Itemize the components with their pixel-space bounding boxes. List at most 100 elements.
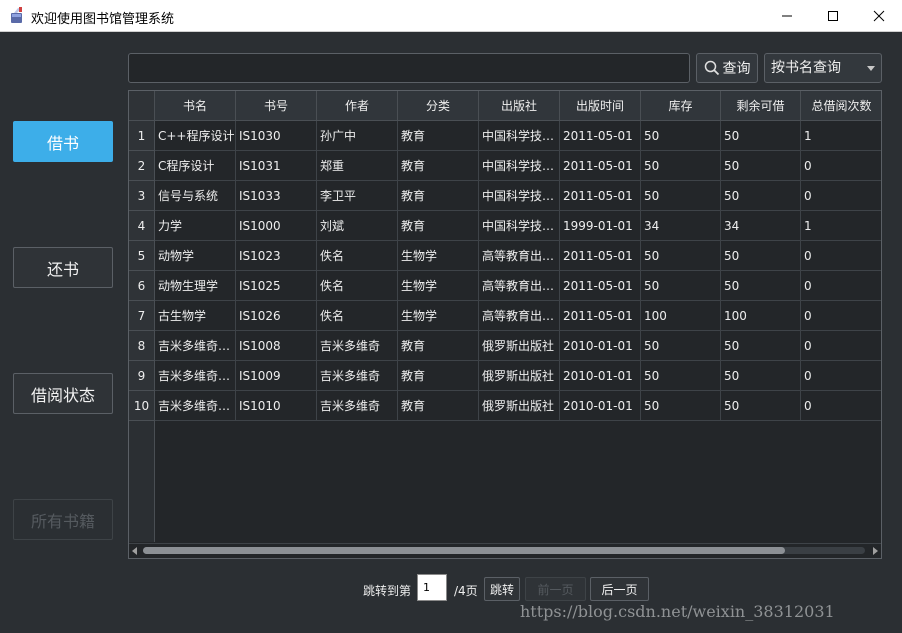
table-cell[interactable]: 郑重 xyxy=(317,151,398,181)
table-cell[interactable]: IS1033 xyxy=(236,181,317,211)
borrow-status-button[interactable]: 借阅状态 xyxy=(13,373,113,414)
scroll-right-icon[interactable] xyxy=(873,547,878,555)
table-cell[interactable]: 1 xyxy=(801,121,881,151)
table-cell[interactable]: 教育 xyxy=(398,121,479,151)
borrow-button[interactable]: 借书 xyxy=(13,121,113,162)
table-cell[interactable]: 2011-05-01 xyxy=(560,181,641,211)
horizontal-scrollbar[interactable] xyxy=(129,543,881,558)
table-cell[interactable]: 34 xyxy=(641,211,721,241)
table-cell[interactable]: 2011-05-01 xyxy=(560,241,641,271)
table-cell[interactable]: 50 xyxy=(641,241,721,271)
table-cell[interactable]: 俄罗斯出版社 xyxy=(479,361,560,391)
table-cell[interactable]: 0 xyxy=(801,301,881,331)
table-cell[interactable]: 生物学 xyxy=(398,271,479,301)
table-cell[interactable]: 俄罗斯出版社 xyxy=(479,331,560,361)
search-button[interactable]: 查询 xyxy=(696,53,758,83)
table-corner[interactable] xyxy=(129,91,155,121)
jump-button[interactable]: 跳转 xyxy=(484,577,520,601)
table-cell[interactable]: 吉米多维奇 xyxy=(317,361,398,391)
column-header[interactable]: 出版社 xyxy=(479,91,560,121)
column-header[interactable]: 剩余可借 xyxy=(721,91,801,121)
all-books-button[interactable]: 所有书籍 xyxy=(13,499,113,540)
table-cell[interactable]: 0 xyxy=(801,181,881,211)
table-cell[interactable]: 2011-05-01 xyxy=(560,121,641,151)
table-cell[interactable]: 50 xyxy=(641,121,721,151)
table-cell[interactable]: 动物学 xyxy=(155,241,236,271)
table-cell[interactable]: 佚名 xyxy=(317,241,398,271)
row-header[interactable]: 6 xyxy=(129,271,155,301)
table-cell[interactable]: 50 xyxy=(641,361,721,391)
table-cell[interactable]: C++程序设计 xyxy=(155,121,236,151)
table-cell[interactable]: 0 xyxy=(801,391,881,421)
table-cell[interactable]: IS1030 xyxy=(236,121,317,151)
table-cell[interactable]: IS1000 xyxy=(236,211,317,241)
close-button[interactable] xyxy=(856,0,902,31)
table-cell[interactable]: IS1026 xyxy=(236,301,317,331)
table-cell[interactable]: 50 xyxy=(641,391,721,421)
table-cell[interactable]: 吉米多维奇 xyxy=(317,331,398,361)
table-cell[interactable]: 中国科学技术大学出版社 xyxy=(479,121,560,151)
maximize-button[interactable] xyxy=(810,0,856,31)
table-cell[interactable]: 中国科学技术大学出版社 xyxy=(479,151,560,181)
row-header[interactable]: 10 xyxy=(129,391,155,421)
table-cell[interactable]: 0 xyxy=(801,361,881,391)
table-cell[interactable]: IS1009 xyxy=(236,361,317,391)
table-cell[interactable]: 吉米多维奇数学分析习题集 xyxy=(155,331,236,361)
search-mode-select[interactable]: 按书名查询 xyxy=(764,53,882,83)
table-cell[interactable]: 1999-01-01 xyxy=(560,211,641,241)
row-header[interactable]: 2 xyxy=(129,151,155,181)
table-cell[interactable]: 34 xyxy=(721,211,801,241)
table-cell[interactable]: 50 xyxy=(721,391,801,421)
table-cell[interactable]: 高等教育出版社 xyxy=(479,241,560,271)
row-header[interactable]: 5 xyxy=(129,241,155,271)
next-page-button[interactable]: 后一页 xyxy=(590,577,649,601)
table-cell[interactable]: 100 xyxy=(721,301,801,331)
table-cell[interactable]: 力学 xyxy=(155,211,236,241)
row-header[interactable]: 3 xyxy=(129,181,155,211)
minimize-button[interactable] xyxy=(764,0,810,31)
column-header[interactable]: 出版时间 xyxy=(560,91,641,121)
row-header[interactable]: 7 xyxy=(129,301,155,331)
table-cell[interactable]: 生物学 xyxy=(398,301,479,331)
table-cell[interactable]: 100 xyxy=(641,301,721,331)
table-cell[interactable]: 0 xyxy=(801,331,881,361)
column-header[interactable]: 书名 xyxy=(155,91,236,121)
table-cell[interactable]: 佚名 xyxy=(317,301,398,331)
table-cell[interactable]: 中国科学技术大学出版社 xyxy=(479,211,560,241)
table-cell[interactable]: 50 xyxy=(721,121,801,151)
books-table[interactable]: 书名 书号 作者 分类 出版社 出版时间 库存 剩余可借 总借阅次数 1 C++程序设计 IS1030… xyxy=(128,90,882,559)
table-cell[interactable]: 50 xyxy=(641,271,721,301)
table-cell[interactable]: 刘斌 xyxy=(317,211,398,241)
column-header[interactable]: 分类 xyxy=(398,91,479,121)
scroll-track[interactable] xyxy=(143,547,865,554)
page-number-input[interactable] xyxy=(417,574,447,601)
table-cell[interactable]: 0 xyxy=(801,271,881,301)
table-cell[interactable]: 50 xyxy=(721,331,801,361)
table-cell[interactable]: 教育 xyxy=(398,361,479,391)
table-cell[interactable]: C程序设计 xyxy=(155,151,236,181)
table-cell[interactable]: 50 xyxy=(641,331,721,361)
table-cell[interactable]: 俄罗斯出版社 xyxy=(479,391,560,421)
table-cell[interactable]: 教育 xyxy=(398,331,479,361)
column-header[interactable]: 书号 xyxy=(236,91,317,121)
table-cell[interactable]: 生物学 xyxy=(398,241,479,271)
row-header[interactable]: 8 xyxy=(129,331,155,361)
table-cell[interactable]: 0 xyxy=(801,151,881,181)
scroll-left-icon[interactable] xyxy=(132,547,137,555)
table-cell[interactable]: IS1008 xyxy=(236,331,317,361)
table-cell[interactable]: 2010-01-01 xyxy=(560,391,641,421)
table-cell[interactable]: 50 xyxy=(721,181,801,211)
row-header[interactable]: 1 xyxy=(129,121,155,151)
table-cell[interactable]: 吉米多维奇数学分析习题集 xyxy=(155,391,236,421)
scroll-thumb[interactable] xyxy=(143,547,785,554)
column-header[interactable]: 库存 xyxy=(641,91,721,121)
table-cell[interactable]: 教育 xyxy=(398,181,479,211)
table-cell[interactable]: 50 xyxy=(721,271,801,301)
row-header[interactable]: 4 xyxy=(129,211,155,241)
table-cell[interactable]: IS1023 xyxy=(236,241,317,271)
table-cell[interactable]: 50 xyxy=(721,361,801,391)
table-cell[interactable]: 50 xyxy=(641,151,721,181)
table-cell[interactable]: 中国科学技术大学出版社 xyxy=(479,181,560,211)
search-input[interactable] xyxy=(128,53,690,83)
table-cell[interactable]: 动物生理学 xyxy=(155,271,236,301)
